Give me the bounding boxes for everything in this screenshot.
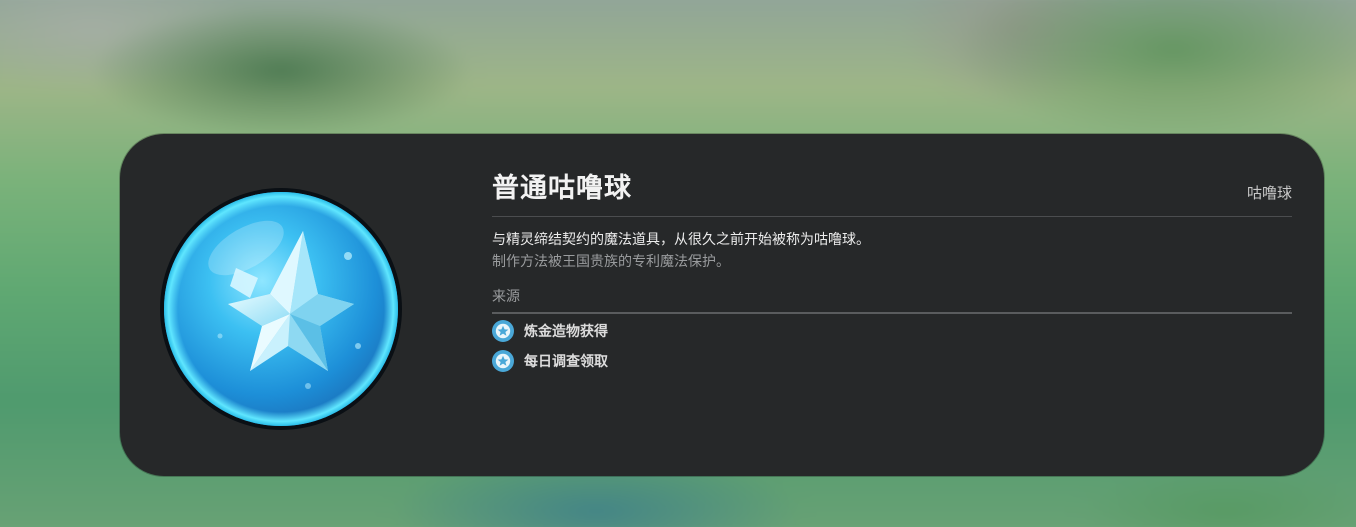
source-item-label: 炼金造物获得 — [524, 324, 608, 340]
item-category: 咕噜球 — [1246, 184, 1292, 202]
item-name: 普通咕噜球 — [492, 173, 632, 204]
blue-star-orb-icon — [160, 188, 402, 430]
item-description-secondary: 制作方法被王国贵族的专利魔法保护。 — [492, 254, 730, 270]
source-item-label: 每日调查领取 — [524, 354, 608, 370]
source-badge-icon — [492, 350, 514, 372]
source-section-label: 来源 — [492, 289, 520, 305]
item-image — [158, 186, 404, 432]
title-divider — [492, 216, 1292, 217]
source-item-alchemy[interactable]: 炼金造物获得 — [492, 319, 608, 343]
source-item-daily-survey[interactable]: 每日调查领取 — [492, 349, 608, 373]
source-badge-icon — [492, 320, 514, 342]
source-divider — [492, 312, 1292, 314]
item-description-primary: 与精灵缔结契约的魔法道具，从很久之前开始被称为咕噜球。 — [492, 232, 870, 248]
